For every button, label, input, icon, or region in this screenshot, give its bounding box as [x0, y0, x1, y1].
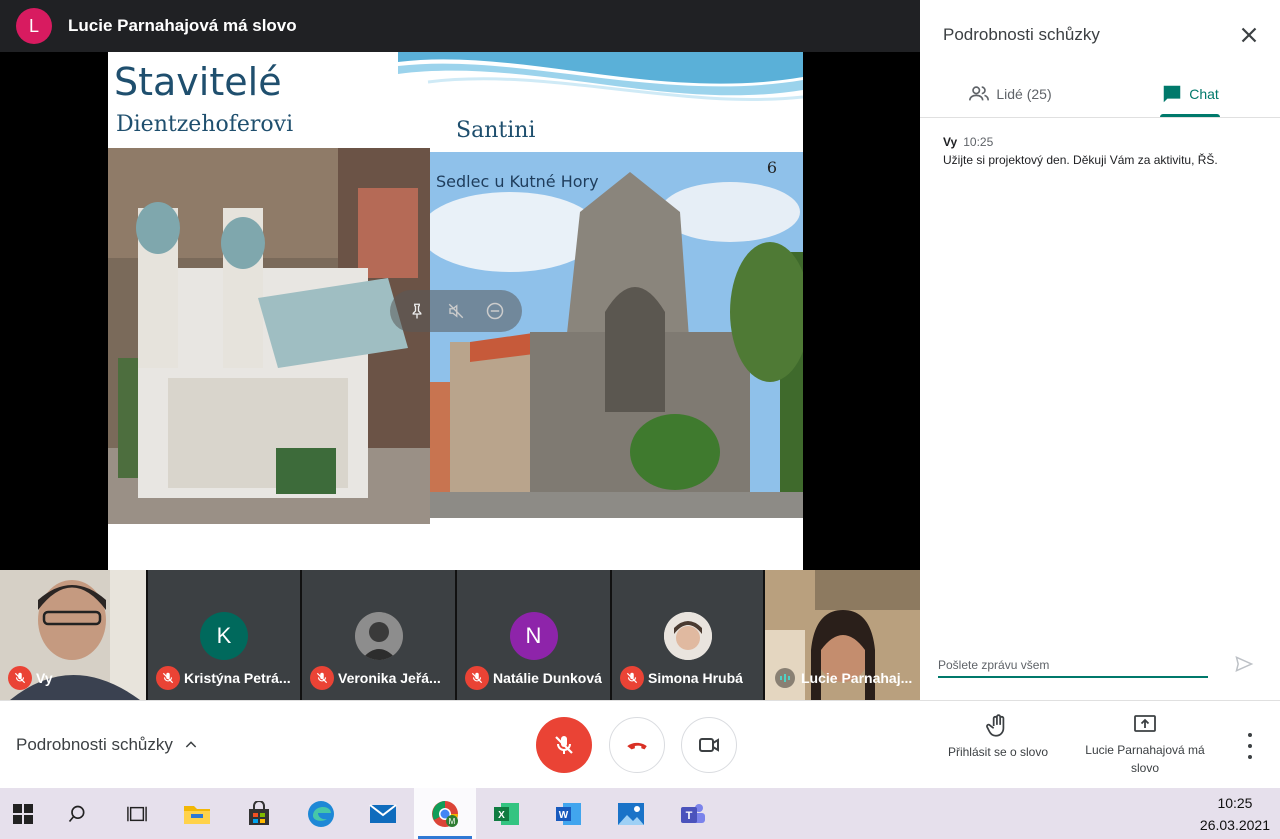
- participant-name: Natálie Dunková: [493, 670, 602, 686]
- raise-hand-label: Přihlásit se o slovo: [947, 745, 1049, 759]
- excel-icon[interactable]: X: [476, 788, 538, 839]
- store-icon[interactable]: [228, 788, 290, 839]
- slide-number: 6: [766, 158, 777, 177]
- hang-up-button[interactable]: [609, 717, 665, 773]
- participant-tile[interactable]: Simona Hrubá: [612, 570, 765, 700]
- slide-title: Stavitelé: [114, 60, 282, 104]
- video-stage: L Lucie Parnahajová má slovo Stavitelé D…: [0, 0, 920, 570]
- people-icon: [969, 85, 990, 100]
- chat-message-header: Vy 10:25: [943, 135, 1262, 149]
- tab-people-label: Lidé (25): [996, 85, 1052, 102]
- mic-toggle-button[interactable]: [536, 717, 592, 773]
- chat-input[interactable]: Pošlete zprávu všem: [938, 650, 1208, 678]
- chat-sender: Vy: [943, 135, 958, 149]
- tab-chat-label: Chat: [1189, 85, 1219, 102]
- slide-heading-santini: Santini: [456, 118, 536, 143]
- pin-icon[interactable]: [404, 298, 430, 324]
- participant-name: Vy: [36, 670, 53, 686]
- svg-text:W: W: [559, 810, 569, 821]
- presenter-avatar: L: [16, 8, 52, 44]
- hand-icon: [986, 714, 1005, 737]
- participant-name: Veronika Jeřá...: [338, 670, 441, 686]
- send-icon[interactable]: [1234, 654, 1254, 679]
- participant-name: Lucie Parnahaj...: [801, 670, 913, 686]
- slide-bottom-area: [108, 524, 803, 570]
- svg-text:X: X: [498, 810, 505, 821]
- camera-toggle-button[interactable]: [681, 717, 737, 773]
- edge-icon[interactable]: [290, 788, 352, 839]
- remove-circle-icon[interactable]: [482, 298, 508, 324]
- chat-text: Užijte si projektový den. Děkuji Vám za …: [943, 153, 1218, 167]
- svg-text:M: M: [449, 817, 456, 826]
- start-icon[interactable]: [0, 788, 46, 839]
- mic-off-icon: [156, 666, 180, 690]
- windows-taskbar: M X W T 10:25 26.03.2021: [0, 788, 1280, 839]
- participant-strip: Vy K Kristýna Petrá... Veronika Jeřá... …: [0, 570, 920, 700]
- taskbar-clock[interactable]: 10:25 26.03.2021: [1200, 792, 1270, 836]
- participant-tile[interactable]: Veronika Jeřá...: [302, 570, 457, 700]
- panel-title: Podrobnosti schůzky: [943, 25, 1100, 44]
- tab-people[interactable]: Lidé (25): [920, 70, 1100, 117]
- search-icon[interactable]: [46, 788, 108, 839]
- slide-subtitle: Dientzehoferovi: [116, 112, 294, 137]
- participant-tile[interactable]: Vy: [0, 570, 148, 700]
- slide-wave-decoration: [398, 52, 803, 101]
- clock-time: 10:25: [1217, 795, 1253, 811]
- mic-off-icon: [465, 666, 489, 690]
- participant-avatar: K: [200, 612, 248, 660]
- participant-name: Kristýna Petrá...: [184, 670, 291, 686]
- chat-icon: [1163, 85, 1181, 102]
- word-icon[interactable]: W: [538, 788, 600, 839]
- participant-name: Simona Hrubá: [648, 670, 743, 686]
- chat-message: Vy 10:25 Užijte si projektový den. Děkuji…: [943, 135, 1262, 167]
- present-screen-icon: [1134, 715, 1156, 732]
- photo-caption: Sedlec u Kutné Hory: [436, 172, 599, 191]
- panel-tabs: Lidé (25) Chat: [920, 70, 1280, 118]
- phone-hangup-icon: [627, 742, 647, 750]
- mic-off-icon: [8, 666, 32, 690]
- photos-icon[interactable]: [600, 788, 662, 839]
- mail-icon[interactable]: [352, 788, 414, 839]
- camera-icon: [699, 738, 719, 752]
- church-photo-sedlec: [430, 152, 803, 518]
- speaking-indicator-icon: [775, 668, 795, 688]
- more-options-icon[interactable]: [1240, 733, 1260, 759]
- chevron-up-icon: [185, 741, 197, 748]
- participant-avatar: N: [509, 612, 558, 660]
- presenter-bar: L Lucie Parnahajová má slovo: [0, 0, 920, 52]
- presenting-label: Lucie Parnahajová má slovo: [1085, 743, 1205, 775]
- meeting-details-button[interactable]: Podrobnosti schůzky: [16, 735, 199, 755]
- mic-off-icon: [310, 666, 334, 690]
- presenting-button[interactable]: Lucie Parnahajová má slovo: [1080, 713, 1210, 777]
- meeting-details-panel: Podrobnosti schůzky Lidé (25) Chat Vy 10:…: [920, 0, 1280, 700]
- meet-window: L Lucie Parnahajová má slovo Stavitelé D…: [0, 0, 1280, 839]
- raise-hand-button[interactable]: Přihlásit se o slovo: [936, 713, 1060, 759]
- mic-off-icon: [555, 736, 573, 754]
- participant-tile[interactable]: N Natálie Dunková: [457, 570, 612, 700]
- teams-icon[interactable]: T: [662, 788, 724, 839]
- meeting-details-label: Podrobnosti schůzky: [16, 735, 173, 754]
- participant-tile[interactable]: Lucie Parnahaj...: [765, 570, 920, 700]
- tab-chat[interactable]: Chat: [1100, 70, 1280, 117]
- clock-date: 26.03.2021: [1199, 817, 1270, 833]
- task-view-icon[interactable]: [108, 788, 166, 839]
- file-explorer-icon[interactable]: [166, 788, 228, 839]
- close-icon[interactable]: [1236, 22, 1262, 48]
- presenter-label: Lucie Parnahajová má slovo: [68, 16, 297, 35]
- chat-time: 10:25: [963, 135, 994, 149]
- participant-photo-avatar: [663, 612, 712, 660]
- meeting-controls: Podrobnosti schůzky Přihlásit se o slovo…: [0, 700, 1280, 788]
- mic-off-icon: [620, 666, 644, 690]
- chrome-icon[interactable]: M: [414, 788, 476, 839]
- mute-speaker-icon[interactable]: [443, 298, 469, 324]
- participant-tile[interactable]: K Kristýna Petrá...: [148, 570, 302, 700]
- tile-hover-controls: [390, 290, 522, 332]
- svg-text:T: T: [686, 810, 693, 822]
- church-photo-karlovy-vary: [108, 148, 430, 524]
- participant-photo-avatar: [354, 612, 403, 660]
